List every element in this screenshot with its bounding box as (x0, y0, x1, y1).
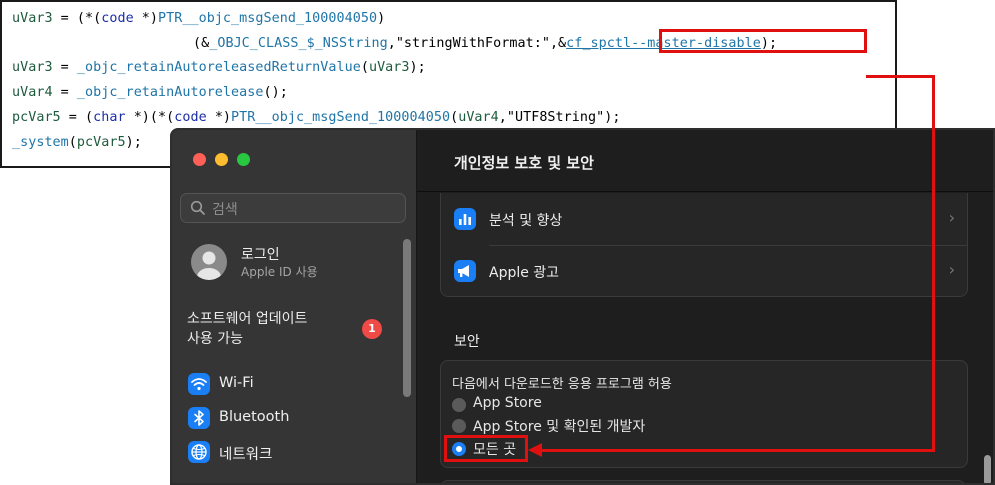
code-token: *) (133, 11, 159, 26)
code-token: code (174, 110, 207, 125)
annotation-connector (932, 75, 935, 452)
chevron-right-icon: › (948, 208, 955, 227)
account-subtitle: Apple ID 사용 (241, 265, 318, 279)
code-token: (& (193, 36, 210, 51)
update-count-badge: 1 (362, 319, 382, 339)
update-subtitle: 사용 가능 (187, 331, 243, 347)
allow-apps-label: 다음에서 다운로드한 응용 프로그램 허용 (452, 377, 672, 392)
row-divider (489, 245, 967, 246)
code-token: ( (360, 60, 369, 75)
search-icon (190, 200, 205, 215)
security-section-header: 보안 (454, 334, 480, 350)
code-token: _system (12, 135, 69, 150)
code-token: uVar3 (12, 11, 53, 26)
code-token: ) (377, 11, 386, 26)
megaphone-icon (454, 260, 476, 282)
wifi-icon (188, 373, 210, 395)
title-divider (417, 191, 993, 192)
code-line-4: uVar4 = _objc_retainAutorelease(); (12, 85, 288, 101)
next-card-edge (440, 480, 966, 483)
page-title: 개인정보 보호 및 보안 (454, 154, 594, 172)
system-settings-window: 검색 로그인 Apple ID 사용 소프트웨어 업데이트 사용 가능 1 Wi… (170, 128, 995, 485)
avatar (191, 244, 227, 280)
code-token: ,"UTF8String"); (498, 110, 621, 125)
search-input[interactable]: 검색 (180, 193, 406, 223)
highlight-box-code (659, 29, 867, 53)
code-token: ); (409, 60, 426, 75)
radio-button[interactable] (452, 398, 466, 412)
sidebar-item-label: 네트워크 (219, 447, 273, 463)
code-token: (); (263, 85, 288, 100)
code-line-6: _system(pcVar5); (12, 135, 142, 151)
code-token: *)(*( (125, 110, 175, 125)
megaphone-glyph (458, 265, 469, 277)
minimize-window-button[interactable] (215, 153, 228, 166)
code-token: ( (68, 135, 77, 150)
annotation-arrow-icon (528, 443, 542, 457)
option-label: App Store 및 확인된 개발자 (473, 419, 646, 435)
wifi-glyph (191, 378, 207, 391)
code-token: cf_ (566, 36, 591, 51)
row-label: Apple 광고 (489, 265, 560, 281)
code-token: uVar3 (12, 60, 53, 75)
sidebar-scrollbar[interactable] (403, 239, 411, 397)
account-name: 로그인 (241, 247, 280, 263)
code-token: char (93, 110, 126, 125)
code-token: PTR__objc_msgSend_100004050 (158, 11, 378, 26)
update-title: 소프트웨어 업데이트 (187, 311, 308, 327)
chart-bars-icon (454, 208, 476, 230)
code-token: uVar3 (368, 60, 410, 75)
code-token: pcVar5 (12, 110, 61, 125)
globe-glyph (191, 444, 207, 460)
search-placeholder: 검색 (212, 202, 238, 218)
highlight-box-anywhere (444, 435, 528, 462)
code-token: uVar4 (458, 110, 499, 125)
annotation-connector (541, 449, 935, 452)
code-token: ,"stringWithFormat:",& (387, 36, 567, 51)
radio-button[interactable] (452, 419, 466, 433)
row-label: 분석 및 향상 (489, 213, 563, 229)
globe-icon (188, 441, 210, 463)
code-token: _objc_retainAutorelease (76, 85, 264, 100)
code-line-3: uVar3 = _objc_retainAutoreleasedReturnVa… (12, 60, 426, 76)
sidebar: 검색 로그인 Apple ID 사용 소프트웨어 업데이트 사용 가능 1 Wi… (172, 130, 417, 483)
code-token: _OBJC_CLASS_$_NSString (209, 36, 388, 51)
sidebar-item-label: Bluetooth (219, 409, 290, 425)
main-scrollbar[interactable] (984, 455, 991, 483)
code-token: = (52, 60, 77, 75)
code-token: _objc_retainAutoreleasedReturnValue (76, 60, 361, 75)
code-token: = (52, 85, 77, 100)
zoom-window-button[interactable] (237, 153, 250, 166)
bluetooth-icon (188, 407, 210, 429)
code-token: = (*( (52, 11, 102, 26)
chevron-right-icon: › (948, 260, 955, 279)
code-token: code (101, 11, 134, 26)
code-token: = ( (60, 110, 94, 125)
code-token: ( (450, 110, 459, 125)
person-icon (197, 251, 221, 280)
code-token: PTR__objc_msgSend_100004050 (231, 110, 451, 125)
code-token: *) (206, 110, 232, 125)
main-pane: 개인정보 보호 및 보안 분석 및 향상 › Apple 광고 › 보안 다음에… (417, 130, 993, 483)
annotation-connector (866, 75, 935, 78)
sidebar-item-label: Wi-Fi (219, 375, 254, 391)
code-token: ); (125, 135, 142, 150)
code-line-1: uVar3 = (*(code *)PTR__objc_msgSend_1000… (12, 11, 385, 27)
privacy-list-card: 분석 및 향상 › Apple 광고 › (440, 193, 968, 297)
option-label: App Store (473, 395, 542, 411)
close-window-button[interactable] (193, 153, 206, 166)
chart-bars-glyph (459, 214, 471, 225)
code-line-5: pcVar5 = (char *)(*(code *)PTR__objc_msg… (12, 110, 620, 126)
code-token: uVar4 (12, 85, 53, 100)
code-token: pcVar5 (76, 135, 126, 150)
bluetooth-glyph (194, 410, 204, 426)
